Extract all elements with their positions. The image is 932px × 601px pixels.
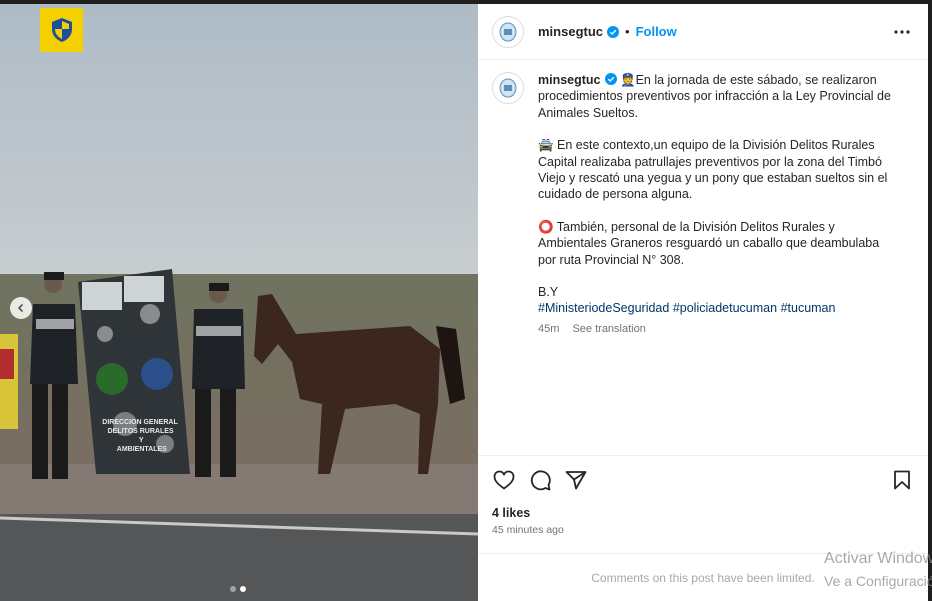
caption-username[interactable]: minsegtuc bbox=[538, 73, 601, 87]
bookmark-icon bbox=[894, 470, 910, 490]
banner-text-line: DIRECCION GENERAL bbox=[102, 419, 178, 426]
watermark-line-2: Ve a Configuración bbox=[824, 573, 932, 589]
share-icon bbox=[565, 471, 587, 490]
caption-paragraph-3: ⭕ También, personal de la División Delit… bbox=[538, 219, 880, 267]
post-age: 45m bbox=[538, 322, 560, 335]
likes-count[interactable]: 4 likes bbox=[478, 496, 928, 520]
post-timestamp: 45 minutes ago bbox=[492, 524, 564, 536]
verified-icon bbox=[607, 25, 620, 38]
like-button[interactable] bbox=[492, 468, 516, 492]
save-button[interactable] bbox=[890, 468, 914, 492]
post-caption: minsegtuc 👮En la jornada de este sábado,… bbox=[492, 72, 912, 337]
see-translation-link[interactable]: See translation bbox=[572, 323, 645, 335]
hashtags: #MinisteriodeSeguridad #policiadetucuman… bbox=[538, 300, 898, 316]
share-button[interactable] bbox=[564, 468, 588, 492]
shield-logo bbox=[40, 8, 83, 52]
post-header: minsegtuc • Follow bbox=[478, 4, 928, 60]
banner-text-line: Y bbox=[139, 437, 144, 444]
separator-dot: • bbox=[625, 24, 630, 39]
post-side-panel: minsegtuc • Follow minsegtuc 👮En la jorn… bbox=[478, 4, 928, 601]
police-crest-icon bbox=[499, 78, 517, 98]
action-bar bbox=[478, 456, 928, 496]
carousel-prev-button[interactable] bbox=[10, 297, 32, 319]
caption-meta: 45m See translation bbox=[538, 321, 898, 337]
watermark-line-1: Activar Windows bbox=[824, 550, 932, 567]
follow-button[interactable]: Follow bbox=[636, 24, 677, 39]
hashtag-link[interactable]: #tucuman bbox=[781, 301, 836, 315]
shield-icon bbox=[51, 18, 72, 42]
carousel-dot bbox=[230, 586, 236, 592]
hashtag-link[interactable]: #policiadetucuman bbox=[673, 301, 777, 315]
username[interactable]: minsegtuc bbox=[538, 24, 603, 39]
comment-icon bbox=[530, 470, 551, 491]
post-photo[interactable]: DIRECCION GENERAL DELITOS RURALES Y AMBIENT… bbox=[0, 4, 478, 601]
caption-signature: B.Y bbox=[538, 285, 559, 300]
heart-icon bbox=[493, 470, 515, 490]
caption-body: minsegtuc 👮En la jornada de este sábado,… bbox=[538, 72, 898, 337]
comment-button[interactable] bbox=[528, 468, 552, 492]
banner-text-line: DELITOS RURALES bbox=[108, 428, 174, 435]
more-options-button[interactable] bbox=[890, 20, 914, 44]
more-icon bbox=[894, 29, 910, 34]
hashtag-link[interactable]: #MinisteriodeSeguridad bbox=[538, 301, 669, 315]
windows-activation-watermark: Activar Windows Ve a Configuración bbox=[824, 548, 932, 592]
carousel-indicator bbox=[230, 586, 246, 592]
banner-text-line: AMBIENTALES bbox=[117, 446, 167, 453]
avatar[interactable] bbox=[492, 15, 524, 48]
post-actions-area: 4 likes 45 minutes ago bbox=[478, 455, 928, 536]
carousel-dot-active bbox=[240, 586, 246, 592]
caption-paragraph-2: 🚔 En este contexto,un equipo de la Divis… bbox=[538, 138, 888, 202]
instagram-post-modal: DIRECCION GENERAL DELITOS RURALES Y AMBIENT… bbox=[0, 0, 932, 601]
chevron-left-icon bbox=[17, 303, 24, 313]
photo-scene: DIRECCION GENERAL DELITOS RURALES Y AMBIENT… bbox=[0, 4, 478, 601]
caption-paragraph-1: minsegtuc 👮En la jornada de este sábado,… bbox=[538, 72, 898, 121]
caption-avatar[interactable] bbox=[492, 72, 524, 104]
police-crest-icon bbox=[499, 22, 517, 41]
verified-icon bbox=[604, 73, 617, 85]
